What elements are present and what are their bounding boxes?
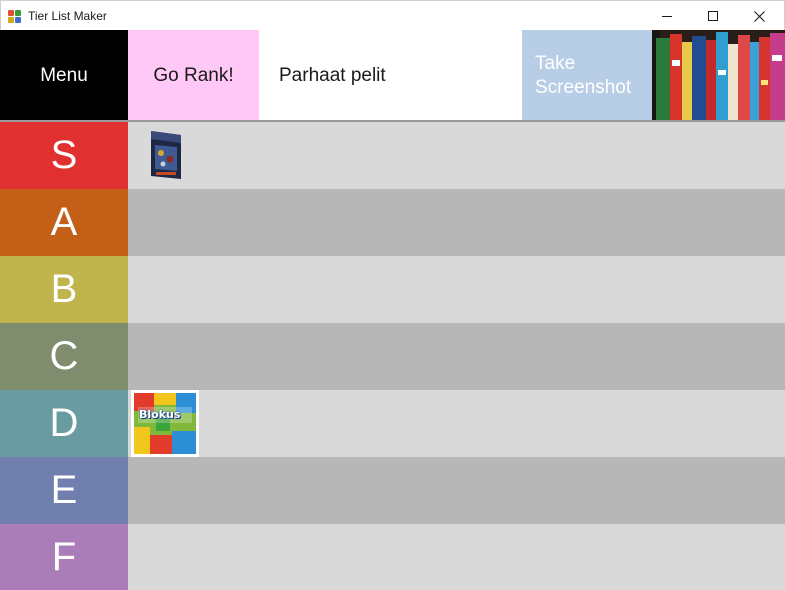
blokus-game-item[interactable]: Blokus <box>131 390 199 457</box>
minimize-icon <box>662 15 672 17</box>
take-screenshot-button[interactable]: Take Screenshot <box>522 30 652 121</box>
game-box-dark-icon <box>151 131 181 179</box>
tier-label-a[interactable]: A <box>0 189 128 256</box>
tier-row-f[interactable] <box>128 524 785 590</box>
tier-row-b[interactable] <box>128 256 785 323</box>
go-rank-button[interactable]: Go Rank! <box>128 30 259 121</box>
tier-row-s[interactable] <box>128 122 785 189</box>
tier-e: E <box>0 457 785 524</box>
tier-c: C <box>0 323 785 390</box>
tier-label-c[interactable]: C <box>0 323 128 390</box>
tier-row-c[interactable] <box>128 323 785 390</box>
minimize-button[interactable] <box>644 1 690 31</box>
app-icon <box>8 10 21 23</box>
blokus-box-icon <box>134 393 196 454</box>
screenshot-label-line2: Screenshot <box>535 77 632 98</box>
tier-row-a[interactable] <box>128 189 785 256</box>
tier-a: A <box>0 189 785 256</box>
toolbar: Menu Go Rank! Parhaat pelit Take Screens… <box>0 30 785 121</box>
tier-s: S <box>0 122 785 189</box>
tier-label-f[interactable]: F <box>0 524 128 590</box>
tier-list: S A B C D Blokus E F <box>0 122 785 590</box>
tier-list-title[interactable]: Parhaat pelit <box>279 30 386 121</box>
close-icon <box>753 10 765 22</box>
tier-label-d[interactable]: D <box>0 390 128 457</box>
screenshot-label-line1: Take <box>535 53 576 74</box>
game-box-item[interactable] <box>148 129 184 182</box>
bookshelf-image <box>652 30 785 121</box>
maximize-icon <box>708 11 718 21</box>
menu-button[interactable]: Menu <box>0 30 128 121</box>
tier-b: B <box>0 256 785 323</box>
blokus-box-title: Blokus <box>139 408 181 421</box>
tier-label-s[interactable]: S <box>0 122 128 189</box>
tier-row-e[interactable] <box>128 457 785 524</box>
tier-label-b[interactable]: B <box>0 256 128 323</box>
window-title: Tier List Maker <box>28 9 107 23</box>
tier-d: D Blokus <box>0 390 785 457</box>
title-bar: Tier List Maker <box>0 0 785 30</box>
tier-label-e[interactable]: E <box>0 457 128 524</box>
close-button[interactable] <box>736 1 782 31</box>
tier-row-d[interactable] <box>128 390 785 457</box>
maximize-button[interactable] <box>690 1 736 31</box>
tier-f: F <box>0 524 785 590</box>
